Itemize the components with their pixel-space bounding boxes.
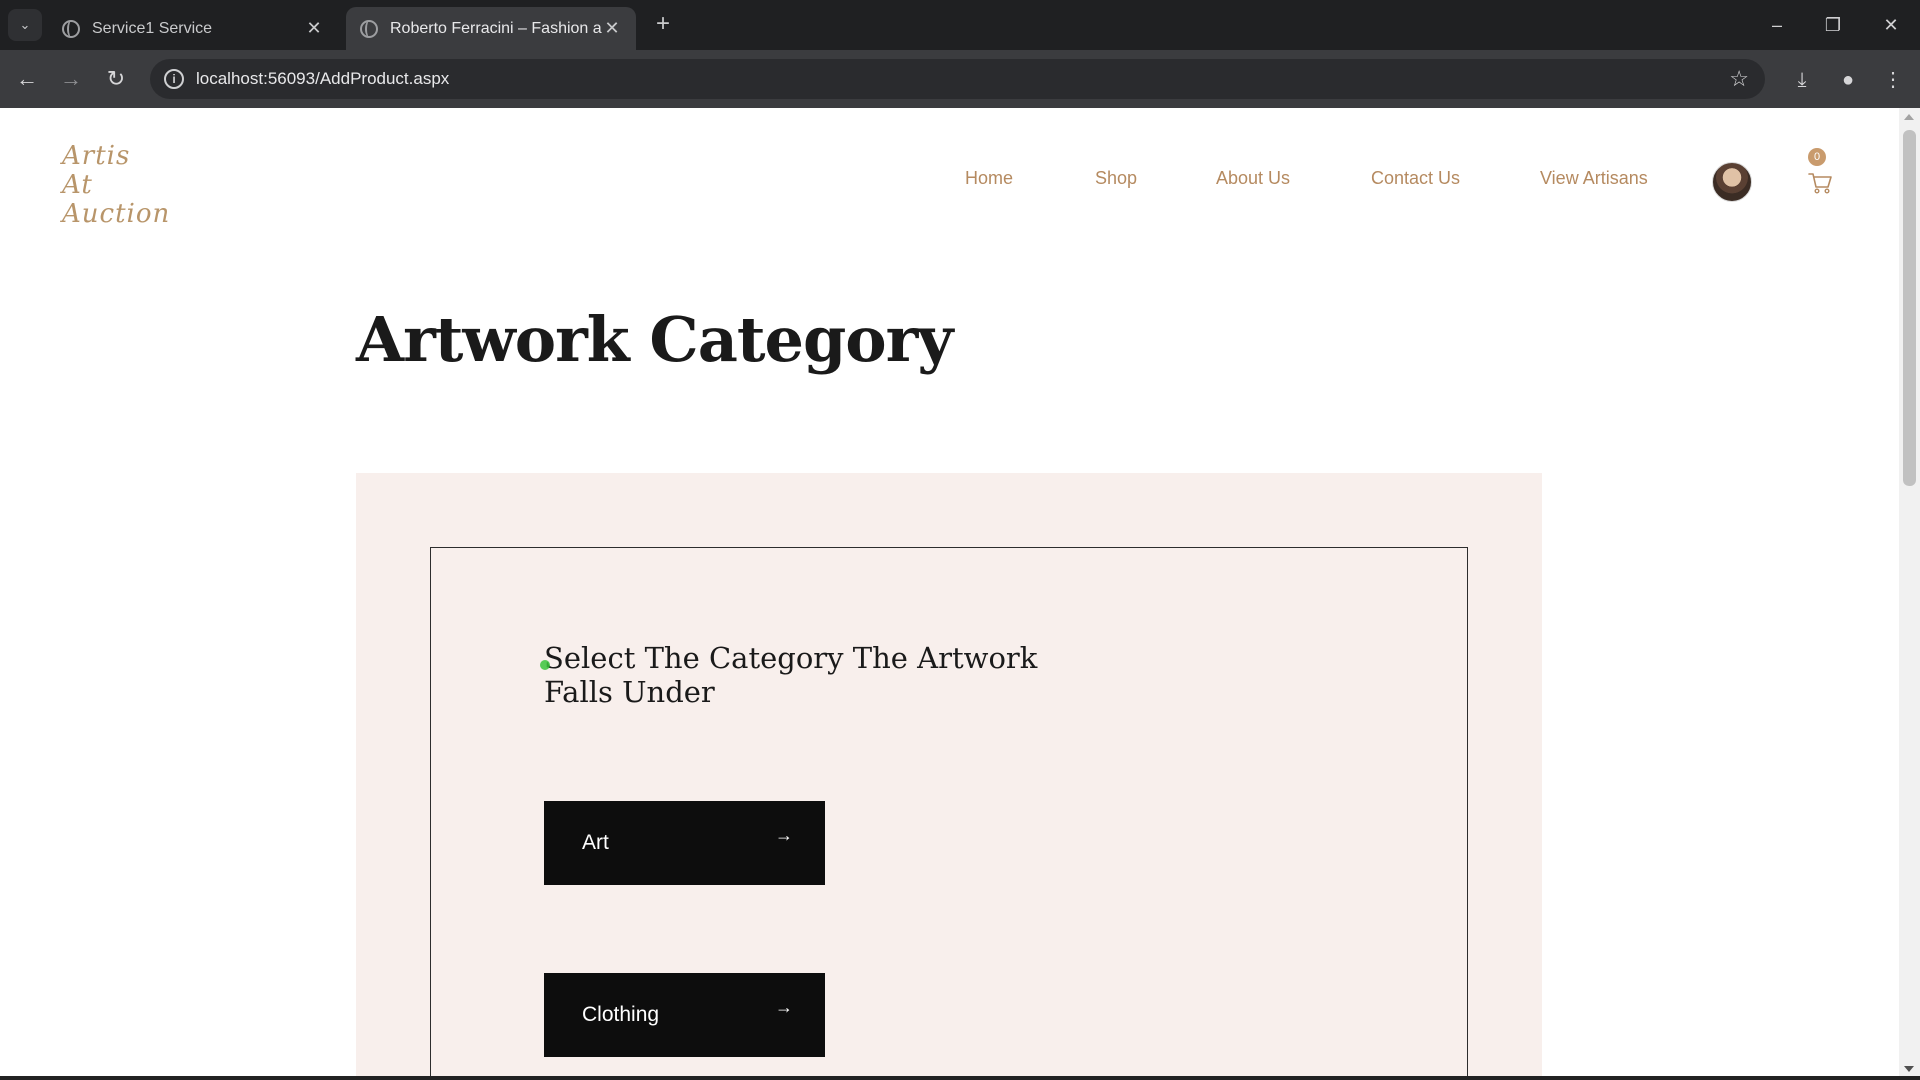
minimize-icon[interactable]: – xyxy=(1762,10,1792,40)
menu-icon[interactable]: ⋮ xyxy=(1878,65,1908,95)
url-text[interactable]: localhost:56093/AddProduct.aspx xyxy=(196,69,449,89)
tab-title: Roberto Ferracini – Fashion anc xyxy=(390,19,602,37)
category-panel: Select The Category The Artwork Falls Un… xyxy=(356,473,1542,1078)
arrow-right-icon: → xyxy=(775,825,793,845)
url-field[interactable]: i localhost:56093/AddProduct.aspx ☆ xyxy=(150,59,1765,99)
category-button-art[interactable]: Art → xyxy=(544,801,825,885)
close-window-icon[interactable]: ✕ xyxy=(1876,10,1906,40)
tab-title: Service1 Service xyxy=(92,19,213,37)
nav-home[interactable]: Home xyxy=(965,168,1013,189)
avatar[interactable] xyxy=(1712,162,1752,202)
logo-line: Auction xyxy=(62,199,171,229)
nav-contact-us[interactable]: Contact Us xyxy=(1371,168,1460,189)
browser-tab-active[interactable]: Roberto Ferracini – Fashion anc ✕ xyxy=(346,7,636,50)
close-icon[interactable]: ✕ xyxy=(602,18,622,39)
page-title: Artwork Category xyxy=(356,303,953,376)
globe-icon xyxy=(360,19,378,38)
mouse-cursor-icon xyxy=(540,660,550,670)
scroll-down-icon[interactable] xyxy=(1904,1066,1914,1072)
nav-about-us[interactable]: About Us xyxy=(1216,168,1290,189)
profile-icon[interactable]: ● xyxy=(1833,65,1863,95)
category-prompt: Select The Category The Artwork Falls Un… xyxy=(544,641,1038,709)
window-bottom-edge xyxy=(0,1076,1920,1080)
page-viewport: Artis At Auction Home Shop About Us Cont… xyxy=(0,108,1899,1078)
restore-icon[interactable]: ❐ xyxy=(1818,10,1848,40)
address-bar: ← → ↻ i localhost:56093/AddProduct.aspx … xyxy=(0,50,1920,108)
star-icon[interactable]: ☆ xyxy=(1729,66,1749,92)
site-logo[interactable]: Artis At Auction xyxy=(62,142,212,229)
scrollbar-thumb[interactable] xyxy=(1903,130,1916,486)
cart-icon[interactable] xyxy=(1806,168,1834,196)
category-button-clothing[interactable]: Clothing → xyxy=(544,973,825,1057)
category-button-label: Clothing xyxy=(582,1003,660,1026)
plus-icon[interactable]: + xyxy=(650,11,676,39)
arrow-right-icon: → xyxy=(775,997,793,1017)
browser-tab[interactable]: Service1 Service ✕ xyxy=(48,7,338,50)
globe-icon xyxy=(62,19,80,38)
logo-line: Artis xyxy=(62,141,131,171)
back-icon[interactable]: ← xyxy=(12,65,42,95)
cart-count-badge: 0 xyxy=(1808,148,1826,166)
nav-shop[interactable]: Shop xyxy=(1095,168,1137,189)
download-icon[interactable]: ⤓ xyxy=(1787,65,1817,95)
page-scrollbar[interactable] xyxy=(1899,108,1920,1078)
forward-icon[interactable]: → xyxy=(56,65,86,95)
reload-icon[interactable]: ↻ xyxy=(101,65,131,95)
logo-line: At xyxy=(62,170,93,200)
category-button-label: Art xyxy=(582,831,609,854)
browser-tab-bar: ⌄ Service1 Service ✕ Roberto Ferracini –… xyxy=(0,0,1920,50)
nav-view-artisans[interactable]: View Artisans xyxy=(1540,168,1648,189)
info-icon[interactable]: i xyxy=(164,69,184,89)
scroll-up-icon[interactable] xyxy=(1904,114,1914,120)
tab-search-icon[interactable]: ⌄ xyxy=(8,9,42,41)
close-icon[interactable]: ✕ xyxy=(304,18,324,39)
